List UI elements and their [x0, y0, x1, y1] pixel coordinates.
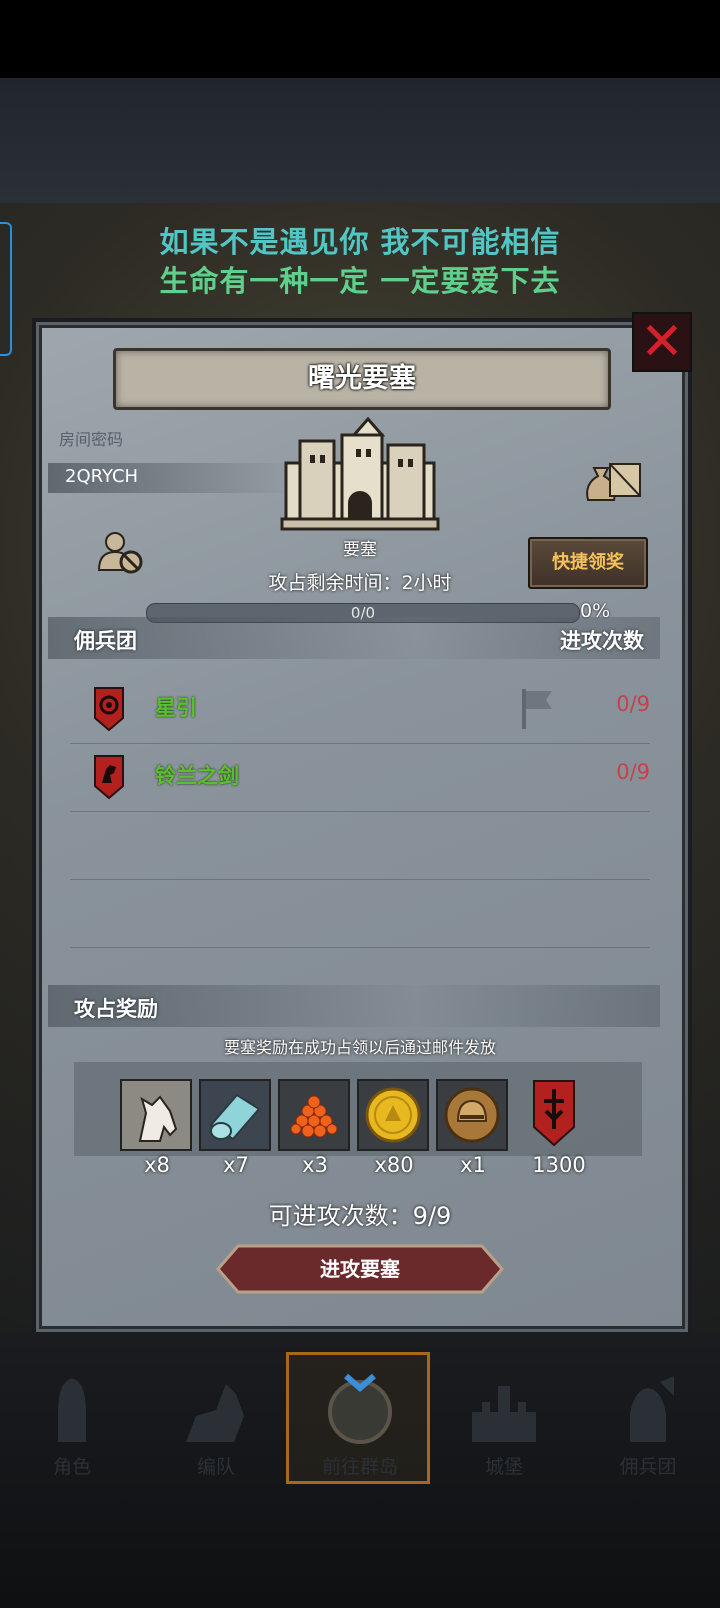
flag-icon — [522, 689, 552, 729]
guild-shield-icon — [94, 755, 124, 799]
roe-icon — [280, 1081, 348, 1149]
background-top — [0, 78, 720, 203]
guild-attack-count: 0/9 — [616, 760, 650, 784]
nav-item-islands[interactable]: 前往群岛 — [288, 1356, 432, 1486]
nav-item-castle[interactable]: 城堡 — [432, 1356, 576, 1486]
cavalry-icon — [186, 1384, 244, 1442]
cloth-icon — [201, 1081, 269, 1149]
guild-header-left: 佣兵团 — [74, 629, 137, 653]
reward-item[interactable] — [520, 1079, 592, 1151]
lyric-line-2: 生命有一种一定 一定要爱下去 — [159, 264, 561, 298]
reward-item[interactable] — [357, 1079, 429, 1151]
reward-header: 攻占奖励 — [74, 997, 158, 1021]
reward-count: x1 — [460, 1153, 486, 1177]
supplies-icon[interactable] — [582, 452, 644, 504]
guild-shield-icon — [94, 687, 124, 731]
reward-item[interactable] — [436, 1079, 508, 1151]
close-icon: ✕ — [640, 312, 684, 372]
gold-coin-icon — [359, 1081, 427, 1149]
banner-icon — [533, 1080, 575, 1147]
guild-name: 星引 — [155, 696, 197, 720]
panel-title: 曙光要塞 — [308, 363, 416, 394]
nav-item-formation[interactable]: 编队 — [144, 1356, 288, 1486]
nav-label: 佣兵团 — [619, 1456, 677, 1478]
knight-icon — [58, 1378, 86, 1442]
close-button[interactable]: ✕ — [632, 312, 692, 372]
title-banner: 曙光要塞 — [113, 348, 611, 410]
nav-label: 前往群岛 — [321, 1456, 398, 1478]
room-code-label: 房间密码 — [59, 430, 124, 449]
reward-hint: 要塞奖励在成功占领以后通过邮件发放 — [223, 1038, 496, 1057]
fortress-icon — [280, 416, 440, 531]
nav-label: 编队 — [196, 1456, 235, 1478]
compass-icon — [328, 1373, 392, 1444]
nav-item-mercenary[interactable]: 佣兵团 — [576, 1356, 720, 1486]
lyric-line-1: 如果不是遇见你 我不可能相信 — [159, 225, 561, 259]
reward-count: x7 — [223, 1153, 249, 1177]
castle-nav-icon — [472, 1386, 536, 1442]
reward-item[interactable] — [120, 1079, 192, 1151]
empty-row — [70, 879, 650, 948]
attacks-remaining: 可进攻次数：9/9 — [268, 1202, 452, 1230]
helmet-coin-icon — [438, 1081, 506, 1149]
bottom-nav: 角色 编队 前往群岛 城堡 佣兵团 — [0, 1356, 720, 1486]
reward-count: x3 — [302, 1153, 328, 1177]
guild-row[interactable]: 铃兰之剑 0/9 — [70, 743, 650, 812]
reward-item[interactable] — [199, 1079, 271, 1151]
empty-row — [70, 811, 650, 880]
reward-count: 1300 — [532, 1153, 586, 1177]
room-code-bar[interactable]: 2QRYCH — [48, 463, 298, 493]
nav-item-character[interactable]: 角色 — [0, 1356, 144, 1486]
status-bar — [0, 0, 720, 78]
horse-icon — [122, 1081, 190, 1149]
guild-attack-count: 0/9 — [616, 692, 650, 716]
guild-header-right: 进攻次数 — [560, 629, 644, 653]
attack-button-label: 进攻要塞 — [320, 1257, 400, 1281]
mercenary-icon — [630, 1376, 674, 1442]
reward-item[interactable] — [278, 1079, 350, 1151]
fortress-label: 要塞 — [343, 540, 377, 560]
reward-count: x8 — [144, 1153, 170, 1177]
guild-name: 铃兰之剑 — [155, 764, 239, 788]
nav-label: 城堡 — [484, 1456, 523, 1478]
reward-count: x80 — [374, 1153, 414, 1177]
room-code: 2QRYCH — [65, 466, 139, 487]
nav-label: 角色 — [52, 1456, 91, 1478]
guild-row[interactable]: 星引 0/9 — [70, 675, 650, 744]
attack-fortress-button[interactable]: 进攻要塞 — [216, 1244, 504, 1294]
time-remaining: 攻占剩余时间：2小时 — [268, 572, 452, 594]
